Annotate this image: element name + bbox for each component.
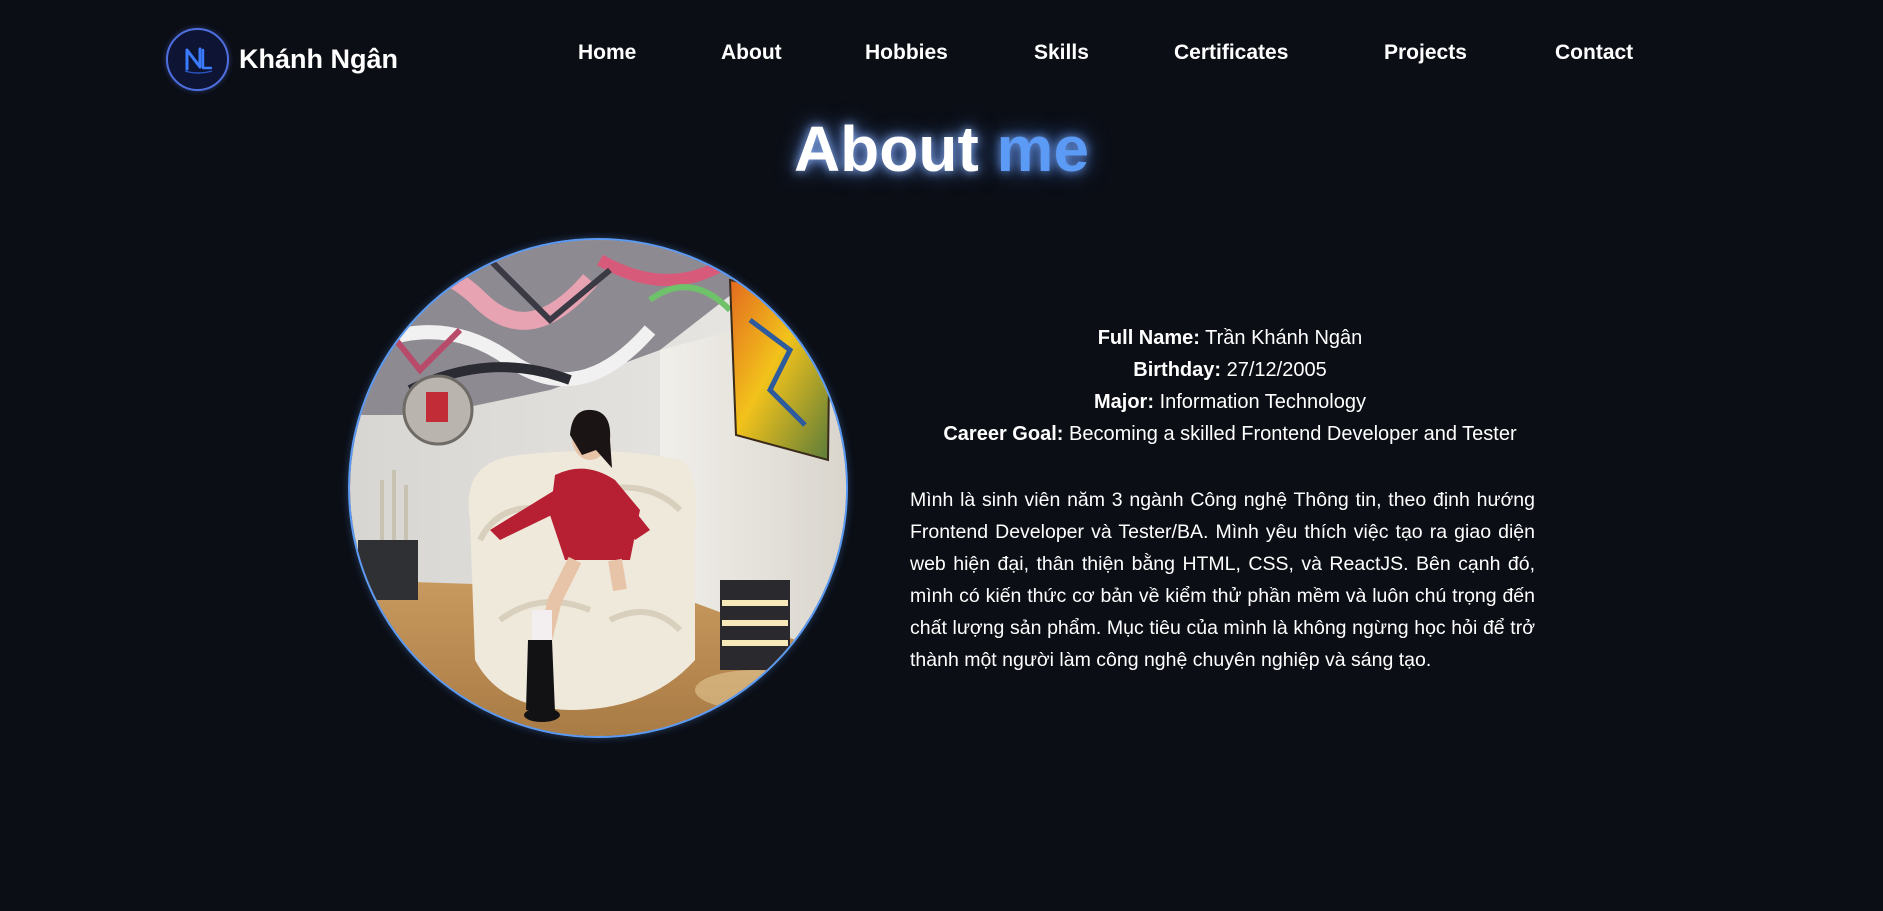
birthday-label: Birthday: [1133,359,1222,381]
nav-certificates[interactable]: Certificates [1174,41,1288,65]
major-label: Major: [1094,391,1154,413]
title-word-about: About [793,113,979,185]
nav-hobbies[interactable]: Hobbies [865,41,948,65]
about-description: Mình là sinh viên năm 3 ngành Công nghệ … [910,489,1535,671]
birthday-value: 27/12/2005 [1226,359,1327,381]
full-name-row: Full Name: Trần Khánh Ngân [900,322,1560,354]
site-header: Khánh Ngân Home About Hobbies Skills Cer… [0,0,1883,110]
nav-home[interactable]: Home [578,41,636,65]
career-goal-value: Becoming a skilled Frontend Developer an… [1068,423,1517,445]
section-title: About me [0,112,1883,186]
about-page: Khánh Ngân Home About Hobbies Skills Cer… [0,0,1883,911]
title-word-me: me [996,113,1090,185]
profile-photo [348,238,848,738]
major-value: Information Technology [1159,391,1366,413]
career-goal-label: Career Goal: [943,423,1064,445]
full-name-label: Full Name: [1097,327,1200,349]
nav-skills[interactable]: Skills [1034,41,1089,65]
profile-info: Full Name: Trần Khánh Ngân Birthday: 27/… [900,322,1560,450]
nav-contact[interactable]: Contact [1555,41,1633,65]
full-name-value: Trần Khánh Ngân [1205,327,1363,349]
nav-projects[interactable]: Projects [1384,41,1467,65]
nav-about[interactable]: About [721,41,782,65]
main-nav: Home About Hobbies Skills Certificates P… [0,41,1883,71]
career-goal-row: Career Goal: Becoming a skilled Frontend… [900,418,1560,450]
birthday-row: Birthday: 27/12/2005 [900,354,1560,386]
major-row: Major: Information Technology [900,386,1560,418]
